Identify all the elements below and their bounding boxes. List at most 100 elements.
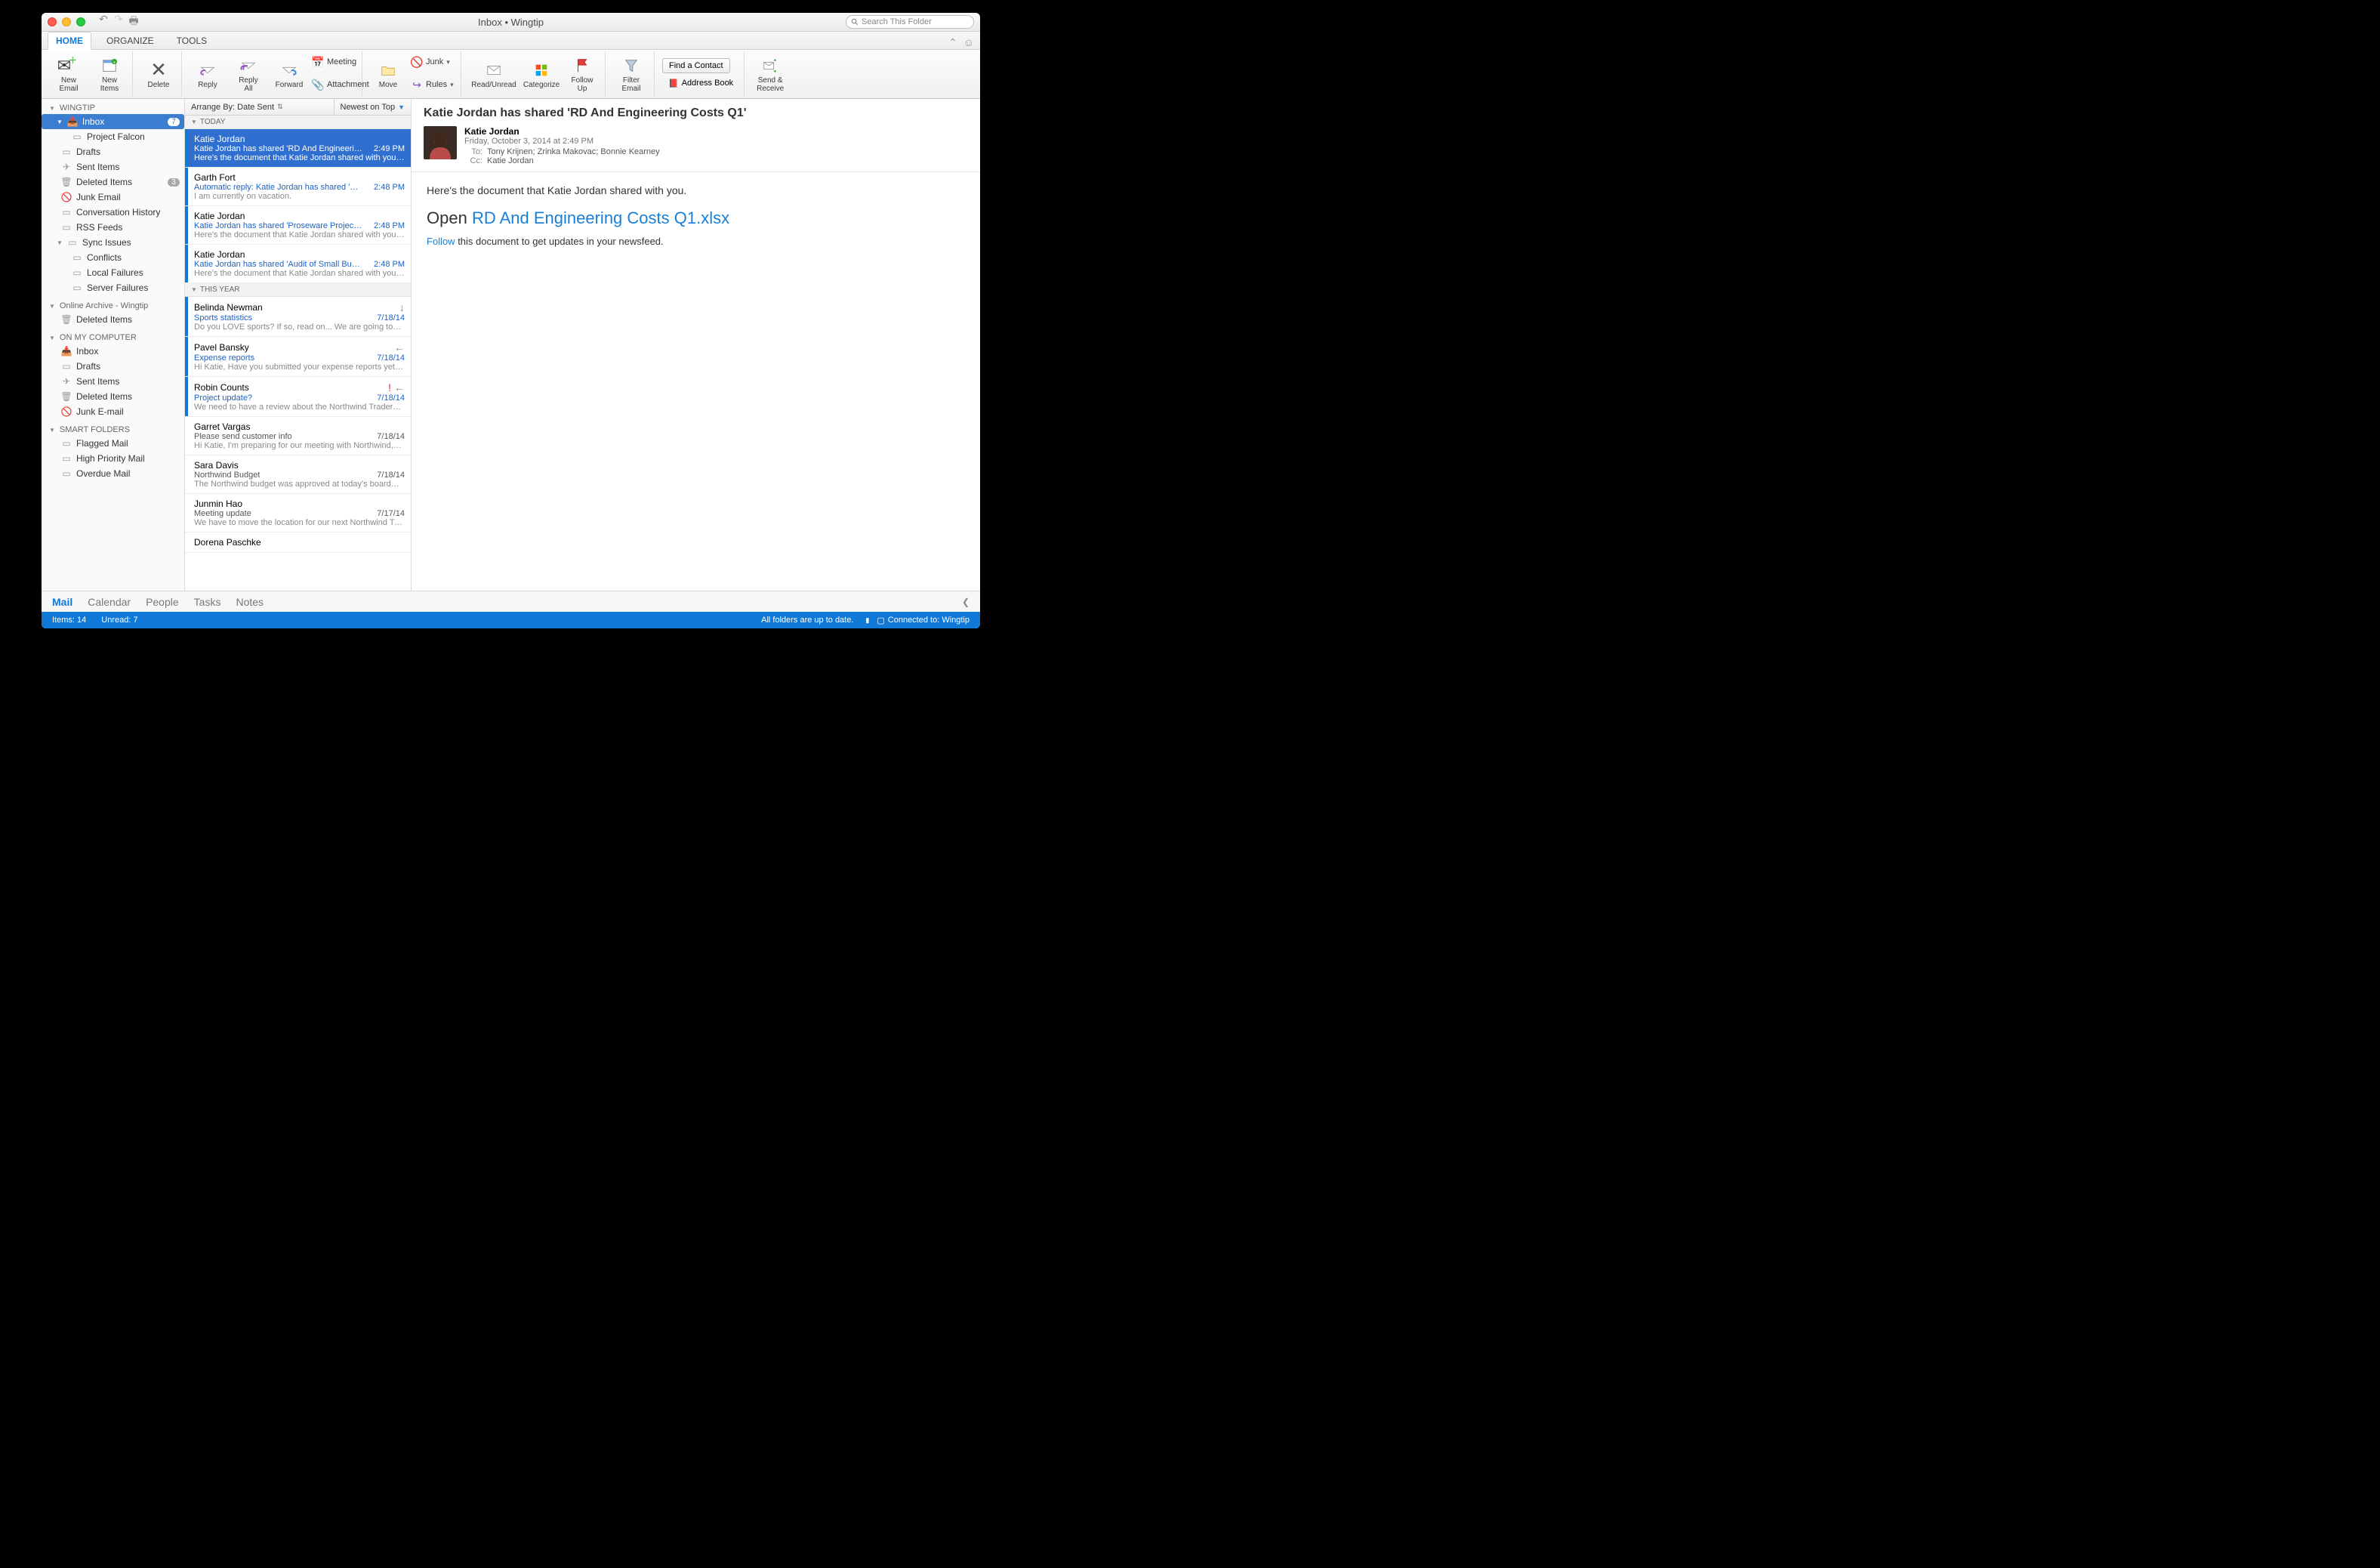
folder-omc-deleted[interactable]: 🗑Deleted Items	[42, 389, 184, 404]
collapse-icon[interactable]: ❮	[962, 597, 970, 607]
folder-drafts[interactable]: ▭Drafts	[42, 144, 184, 159]
message-item[interactable]: Belinda Newman↓ Sports statistics7/18/14…	[185, 297, 411, 337]
group-this-year[interactable]: THIS YEAR	[185, 283, 411, 297]
reply-icon	[197, 60, 218, 81]
status-unread: Unread: 7	[101, 616, 137, 625]
body-intro: Here's the document that Katie Jordan sh…	[427, 184, 965, 196]
send-receive-button[interactable]: Send & Receive	[752, 51, 788, 97]
message-item[interactable]: Pavel Bansky← Expense reports7/18/14 Hi …	[185, 337, 411, 377]
tab-organize[interactable]: ORGANIZE	[99, 32, 162, 49]
folder-conversation-history[interactable]: ▭Conversation History	[42, 205, 184, 220]
folder-conflicts[interactable]: ▭Conflicts	[42, 250, 184, 265]
ribbon: ✉＋New Email +New Items ✕Delete Reply Rep…	[42, 50, 980, 99]
message-item[interactable]: Katie Jordan Katie Jordan has shared 'RD…	[185, 129, 411, 168]
attachment-button[interactable]: 📎Attachment	[312, 74, 357, 95]
reply-button[interactable]: Reply	[190, 51, 226, 97]
main-body: WINGTIP ▼📥Inbox7 ▭Project Falcon ▭Drafts…	[42, 99, 980, 591]
collapse-ribbon-icon[interactable]: ⌃	[948, 36, 957, 49]
redo-icon[interactable]: ↷	[114, 13, 123, 31]
message-list[interactable]: TODAY Katie Jordan Katie Jordan has shar…	[185, 116, 411, 591]
folder-overdue[interactable]: ▭Overdue Mail	[42, 466, 184, 481]
calendar-icon: 📅	[312, 51, 324, 73]
folder-omc-drafts[interactable]: ▭Drafts	[42, 359, 184, 374]
folder-icon: ▭	[61, 439, 72, 448]
group-today[interactable]: TODAY	[185, 116, 411, 129]
status-items: Items: 14	[52, 616, 86, 625]
folder-omc-inbox[interactable]: 📥Inbox	[42, 344, 184, 359]
folder-high-priority[interactable]: ▭High Priority Mail	[42, 451, 184, 466]
close-icon[interactable]	[48, 17, 57, 26]
folder-sync-issues[interactable]: ▼▭Sync Issues	[42, 235, 184, 250]
print-icon[interactable]: 🖶	[128, 13, 138, 31]
find-contact-button[interactable]: Find a Contact	[662, 58, 730, 73]
follow-link[interactable]: Follow	[427, 236, 455, 247]
inbox-icon: 📥	[61, 347, 72, 356]
send-receive-icon	[760, 55, 781, 76]
undo-icon[interactable]: ↶	[99, 13, 108, 31]
folder-omc-sent[interactable]: ✈Sent Items	[42, 374, 184, 389]
app-window: ↶ ↷ 🖶 Inbox • Wingtip Search This Folder…	[42, 13, 980, 628]
account-header-wingtip[interactable]: WINGTIP	[42, 102, 184, 114]
categorize-button[interactable]: Categorize	[523, 51, 560, 97]
flag-icon	[572, 55, 593, 76]
maximize-icon[interactable]	[76, 17, 85, 26]
follow-up-button[interactable]: Follow Up	[564, 51, 600, 97]
meeting-button[interactable]: 📅Meeting	[312, 51, 357, 73]
smiley-icon[interactable]: ☺	[963, 36, 974, 49]
folder-sent-items[interactable]: ✈Sent Items	[42, 159, 184, 174]
new-items-button[interactable]: +New Items	[91, 51, 128, 97]
tab-tools[interactable]: TOOLS	[169, 32, 214, 49]
folder-rss-feeds[interactable]: ▭RSS Feeds	[42, 220, 184, 235]
nav-tasks[interactable]: Tasks	[194, 596, 221, 608]
message-item[interactable]: Dorena Paschke	[185, 532, 411, 553]
nav-mail[interactable]: Mail	[52, 596, 72, 608]
read-unread-button[interactable]: Read/Unread	[469, 51, 519, 97]
search-input[interactable]: Search This Folder	[846, 15, 974, 29]
delete-button[interactable]: ✕Delete	[140, 51, 177, 97]
window-title: Inbox • Wingtip	[42, 17, 980, 28]
reading-pane-header: Katie Jordan has shared 'RD And Engineer…	[412, 99, 980, 172]
folder-deleted-items[interactable]: 🗑Deleted Items3	[42, 174, 184, 190]
minimize-icon[interactable]	[62, 17, 71, 26]
junk-button[interactable]: 🚫Junk▾	[411, 51, 456, 73]
rules-button[interactable]: ↪Rules▾	[411, 74, 456, 95]
sort-order-button[interactable]: Newest on Top▼	[334, 99, 412, 115]
move-button[interactable]: Move	[370, 51, 406, 97]
nav-notes[interactable]: Notes	[236, 596, 264, 608]
message-item[interactable]: Garret Vargas Please send customer info7…	[185, 417, 411, 455]
folder-inbox[interactable]: ▼📥Inbox7	[42, 114, 184, 129]
folder-server-failures[interactable]: ▭Server Failures	[42, 280, 184, 295]
nav-calendar[interactable]: Calendar	[88, 596, 131, 608]
folder-icon: ▭	[72, 283, 82, 292]
folder-project-falcon[interactable]: ▭Project Falcon	[42, 129, 184, 144]
message-item[interactable]: Robin Counts!← Project update?7/18/14 We…	[185, 377, 411, 417]
message-item[interactable]: Garth Fort Automatic reply: Katie Jordan…	[185, 168, 411, 206]
message-item[interactable]: Katie Jordan Katie Jordan has shared 'Au…	[185, 245, 411, 283]
account-header-on-my-computer[interactable]: ON MY COMPUTER	[42, 332, 184, 344]
drafts-icon: ▭	[61, 362, 72, 371]
folder-omc-junk[interactable]: 🚫Junk E-mail	[42, 404, 184, 419]
search-placeholder: Search This Folder	[862, 17, 932, 26]
status-bar: Items: 14 Unread: 7 All folders are up t…	[42, 612, 980, 628]
folder-local-failures[interactable]: ▭Local Failures	[42, 265, 184, 280]
message-item[interactable]: Sara Davis Northwind Budget7/18/14 The N…	[185, 455, 411, 494]
message-item[interactable]: Katie Jordan Katie Jordan has shared 'Pr…	[185, 206, 411, 245]
arrange-by-button[interactable]: Arrange By: Date Sent⇅	[185, 103, 334, 112]
forward-button[interactable]: Forward	[271, 51, 307, 97]
ribbon-tabs: HOME ORGANIZE TOOLS ⌃ ☺	[42, 32, 980, 50]
folder-junk-email[interactable]: 🚫Junk Email	[42, 190, 184, 205]
filter-email-button[interactable]: Filter Email	[613, 51, 649, 97]
folder-icon: ▭	[67, 238, 78, 247]
folder-flagged-mail[interactable]: ▭Flagged Mail	[42, 436, 184, 451]
message-item[interactable]: Junmin Hao Meeting update7/17/14 We have…	[185, 494, 411, 532]
nav-people[interactable]: People	[146, 596, 179, 608]
open-document-link[interactable]: RD And Engineering Costs Q1.xlsx	[472, 208, 729, 227]
tab-home[interactable]: HOME	[48, 32, 91, 50]
new-email-button[interactable]: ✉＋New Email	[51, 51, 87, 97]
folder-oa-deleted[interactable]: 🗑Deleted Items	[42, 312, 184, 327]
forward-icon	[279, 60, 300, 81]
reply-all-button[interactable]: Reply All	[230, 51, 267, 97]
smart-folders-header[interactable]: SMART FOLDERS	[42, 424, 184, 436]
address-book-button[interactable]: 📕Address Book	[662, 76, 739, 91]
account-header-online-archive[interactable]: Online Archive - Wingtip	[42, 300, 184, 312]
